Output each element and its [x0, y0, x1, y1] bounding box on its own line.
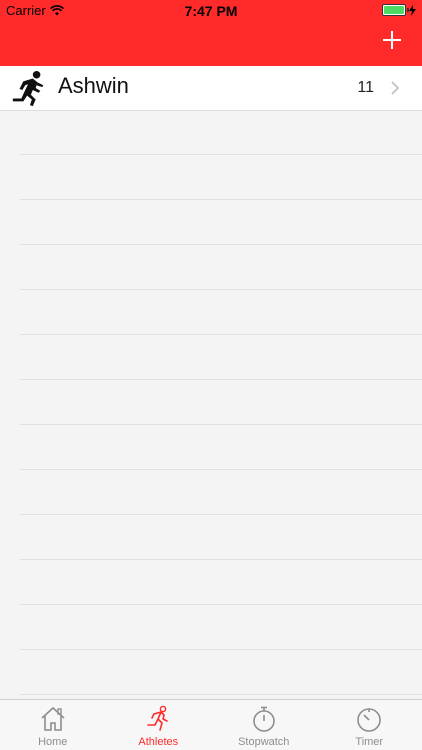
tab-home[interactable]: Home	[0, 700, 106, 750]
table-separator	[20, 650, 422, 695]
tab-label: Stopwatch	[238, 736, 290, 748]
timer-icon	[357, 708, 382, 732]
tab-label: Athletes	[138, 736, 179, 748]
athlete-name: Ashwin	[58, 73, 129, 98]
table-separator	[20, 110, 422, 155]
battery-icon	[382, 4, 409, 16]
battery-fill	[384, 6, 404, 14]
battery-indicator	[382, 4, 416, 16]
athletes-list: Ashwin 11	[0, 66, 422, 111]
table-separator	[20, 380, 422, 425]
tab-timer[interactable]: Timer	[317, 700, 422, 750]
plus-icon[interactable]	[382, 30, 402, 50]
table-separator	[20, 470, 422, 515]
status-bar: Carrier 7:47 PM	[0, 0, 422, 22]
tab-label: Timer	[355, 736, 384, 748]
athlete-count: 11	[357, 79, 374, 96]
table-separator	[20, 155, 422, 200]
battery-nub	[407, 8, 409, 12]
table-separator	[20, 200, 422, 245]
table-separator	[20, 245, 422, 290]
table-separator	[20, 605, 422, 650]
tab-bar: Home Athletes Stopwatch Timer	[0, 699, 422, 750]
charging-bolt-icon	[409, 4, 416, 16]
home-icon	[41, 706, 65, 731]
table-separator	[20, 335, 422, 380]
table-separator	[20, 515, 422, 560]
table-separator	[20, 290, 422, 335]
navigation-bar: Carrier 7:47 PM	[0, 0, 422, 66]
runner-icon	[12, 70, 44, 107]
chevron-right-icon	[391, 81, 400, 95]
empty-table-separators	[20, 110, 422, 695]
clock: 7:47 PM	[184, 3, 238, 19]
runner-icon	[147, 705, 169, 731]
athlete-row[interactable]: Ashwin 11	[0, 66, 422, 111]
table-separator	[20, 560, 422, 605]
tab-stopwatch[interactable]: Stopwatch	[211, 700, 317, 750]
tab-athletes[interactable]: Athletes	[106, 700, 212, 750]
tab-label: Home	[38, 736, 68, 748]
stopwatch-icon	[252, 706, 275, 732]
table-separator	[20, 425, 422, 470]
